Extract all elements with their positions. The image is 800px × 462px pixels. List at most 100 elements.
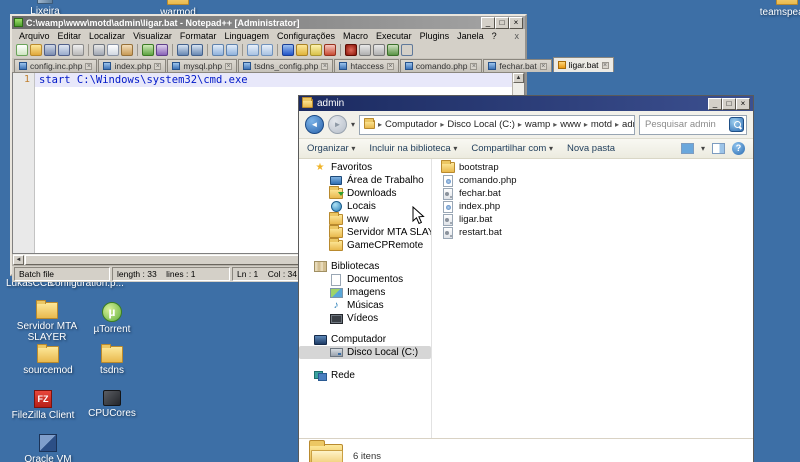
sidebar-item-videos[interactable]: Vídeos <box>299 312 431 325</box>
zoom-out-icon[interactable] <box>226 44 238 56</box>
record-macro-icon[interactable] <box>345 44 357 56</box>
breadcrumb-item-admin[interactable]: admin <box>622 119 634 130</box>
breadcrumb[interactable]: ▸ Computador ▸ Disco Local (C:) ▸ wamp ▸… <box>359 114 635 135</box>
menu-help[interactable]: ? <box>488 31 501 41</box>
stop-macro-icon[interactable] <box>359 44 371 56</box>
redo-icon[interactable] <box>156 44 168 56</box>
menu-localizar[interactable]: Localizar <box>85 31 129 41</box>
sidebar-group-computador[interactable]: Computador <box>299 333 431 346</box>
sidebar-item-servidor-mta-slayer[interactable]: Servidor MTA SLAYER <box>299 225 431 239</box>
run-macro-icon[interactable] <box>387 44 399 56</box>
zoom-in-icon[interactable] <box>212 44 224 56</box>
tab-htaccess[interactable]: htaccess × <box>334 59 399 72</box>
doc-close-icon[interactable]: x <box>515 31 523 41</box>
desktop-icon-tsdns[interactable]: tsdns <box>72 344 152 376</box>
search-input[interactable] <box>645 119 725 130</box>
sidebar-group-bibliotecas[interactable]: Bibliotecas <box>299 260 431 273</box>
maximize-button[interactable]: □ <box>495 16 509 29</box>
breadcrumb-item-wamp[interactable]: wamp <box>525 119 550 130</box>
menu-janela[interactable]: Janela <box>453 31 488 41</box>
sidebar-item-area-de-trabalho[interactable]: Área de Trabalho <box>299 174 431 187</box>
file-item-fechar-bat[interactable]: fechar.bat <box>432 187 753 200</box>
desktop-icon-teamspeak3[interactable]: teamspeak3 <box>747 0 800 18</box>
sync-vertical-icon[interactable] <box>247 44 259 56</box>
share-with-button[interactable]: Compartilhar com ▾ <box>471 143 553 154</box>
save-all-icon[interactable] <box>58 44 70 56</box>
new-file-icon[interactable] <box>16 44 28 56</box>
tab-close-icon[interactable]: × <box>386 62 394 70</box>
desktop-icon-oracle-vm[interactable]: Oracle VM <box>8 434 88 462</box>
tab-close-icon[interactable]: × <box>225 62 233 70</box>
back-button[interactable]: ◄ <box>305 115 324 134</box>
open-file-icon[interactable] <box>30 44 42 56</box>
desktop-icon-cpucores[interactable]: CPUCores <box>72 390 152 419</box>
paste-icon[interactable] <box>121 44 133 56</box>
tab-index-php[interactable]: index.php × <box>98 59 167 72</box>
file-item-bootstrap[interactable]: bootstrap <box>432 160 753 174</box>
print-icon[interactable] <box>72 44 84 56</box>
menu-plugins[interactable]: Plugins <box>416 31 454 41</box>
breadcrumb-item-motd[interactable]: motd <box>591 119 612 130</box>
user-define-icon[interactable] <box>310 44 322 56</box>
desktop-icon-filezilla[interactable]: FZ FileZilla Client <box>3 390 83 421</box>
organize-button[interactable]: Organizar ▾ <box>307 143 355 154</box>
search-box[interactable] <box>639 114 747 135</box>
file-item-comando-php[interactable]: comando.php <box>432 174 753 187</box>
save-icon[interactable] <box>44 44 56 56</box>
tab-close-icon[interactable]: × <box>85 62 93 70</box>
sidebar-item-documentos[interactable]: Documentos <box>299 273 431 286</box>
include-in-library-button[interactable]: Incluir na biblioteca ▾ <box>369 143 457 154</box>
new-folder-button[interactable]: Nova pasta <box>567 143 615 154</box>
tab-close-icon[interactable]: × <box>470 62 478 70</box>
scrollbar-thumb[interactable] <box>25 254 325 265</box>
play-macro-icon[interactable] <box>373 44 385 56</box>
history-dropdown-icon[interactable]: ▾ <box>351 120 355 129</box>
minimize-button[interactable]: _ <box>708 97 722 110</box>
forward-button[interactable]: ► <box>328 115 347 134</box>
replace-icon[interactable] <box>191 44 203 56</box>
tab-tsdns-config-php[interactable]: tsdns_config.php × <box>238 59 334 72</box>
menu-arquivo[interactable]: Arquivo <box>15 31 54 41</box>
file-item-ligar-bat[interactable]: ligar.bat <box>432 213 753 226</box>
tab-close-icon[interactable]: × <box>154 62 162 70</box>
cut-icon[interactable] <box>93 44 105 56</box>
breadcrumb-item-www[interactable]: www <box>560 119 581 130</box>
tab-close-icon[interactable]: × <box>539 62 547 70</box>
sidebar-item-disco-local-c[interactable]: Disco Local (C:) <box>299 346 431 359</box>
explorer-title-bar[interactable]: admin _ □ × <box>299 96 753 111</box>
tab-config-inc-php[interactable]: config.inc.php × <box>14 59 98 72</box>
notepad-title-bar[interactable]: C:\wamp\www\motd\admin\ligar.bat - Notep… <box>12 16 525 29</box>
tab-comando-php[interactable]: comando.php × <box>399 59 483 72</box>
menu-configuracoes[interactable]: Configurações <box>273 31 339 41</box>
scroll-left-icon[interactable]: ◄ <box>13 254 24 265</box>
maximize-button[interactable]: □ <box>722 97 736 110</box>
minimize-button[interactable]: _ <box>481 16 495 29</box>
tab-mysql-php[interactable]: mysql.php × <box>167 59 238 72</box>
menu-editar[interactable]: Editar <box>54 31 86 41</box>
close-button[interactable]: × <box>736 97 750 110</box>
word-wrap-icon[interactable] <box>282 44 294 56</box>
undo-icon[interactable] <box>142 44 154 56</box>
menu-visualizar[interactable]: Visualizar <box>129 31 176 41</box>
scroll-up-icon[interactable]: ▲ <box>513 73 524 83</box>
tab-ligar-bat[interactable]: ligar.bat × <box>552 57 614 72</box>
menu-macro[interactable]: Macro <box>339 31 372 41</box>
breadcrumb-item-computador[interactable]: Computador <box>385 119 437 130</box>
menu-formatar[interactable]: Formatar <box>176 31 221 41</box>
copy-icon[interactable] <box>107 44 119 56</box>
sidebar-group-rede[interactable]: Rede <box>299 369 431 382</box>
search-icon[interactable] <box>729 117 744 132</box>
tab-close-icon[interactable]: × <box>321 62 329 70</box>
breadcrumb-item-disco-local[interactable]: Disco Local (C:) <box>447 119 515 130</box>
desktop-icon-utorrent[interactable]: µ µTorrent <box>72 302 152 335</box>
sync-horizontal-icon[interactable] <box>261 44 273 56</box>
sidebar-item-gamecpremote[interactable]: GameCPRemote <box>299 238 431 252</box>
menu-executar[interactable]: Executar <box>372 31 416 41</box>
tab-fechar-bat[interactable]: fechar.bat × <box>483 59 552 72</box>
file-item-index-php[interactable]: index.php <box>432 200 753 213</box>
file-item-restart-bat[interactable]: restart.bat <box>432 226 753 239</box>
tab-close-icon[interactable]: × <box>601 61 609 69</box>
show-symbols-icon[interactable] <box>296 44 308 56</box>
close-button[interactable]: × <box>509 16 523 29</box>
preview-pane-icon[interactable] <box>712 143 725 154</box>
